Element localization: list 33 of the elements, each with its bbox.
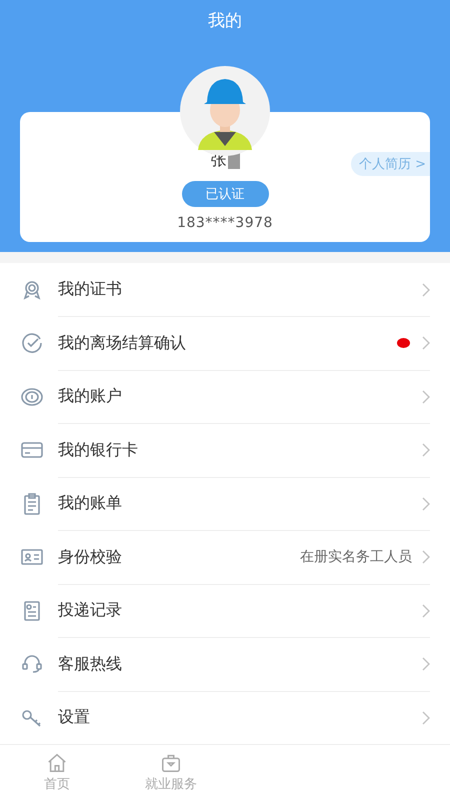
menu-item[interactable]: 设置: [0, 690, 450, 744]
chevron-icon: [422, 657, 430, 672]
menu-item[interactable]: 我的银行卡: [0, 423, 450, 477]
menu-label: 客服热线: [58, 654, 123, 675]
check-circle-icon: [20, 331, 44, 356]
phone-number: 183****3978: [177, 215, 273, 231]
menu-label: 我的证书: [58, 279, 123, 300]
chevron-icon: [422, 282, 430, 297]
chevron-icon: [422, 443, 430, 458]
page-title: 我的: [208, 10, 242, 32]
menu-item[interactable]: 我的账户: [0, 370, 450, 424]
menu-label: 身份校验: [58, 546, 123, 568]
chevron-icon: [422, 710, 430, 725]
menu-label: 投递记录: [58, 600, 123, 622]
briefcase-icon: [159, 752, 183, 774]
menu-item[interactable]: 我的账单: [0, 476, 450, 530]
menu-label: 我的账户: [58, 386, 123, 408]
menu-item[interactable]: 投递记录: [0, 584, 450, 638]
menu-item[interactable]: 我的证书: [0, 262, 450, 316]
menu-item[interactable]: 身份校验 在册实名务工人员: [0, 530, 450, 584]
menu-label: 我的银行卡: [58, 440, 139, 461]
verified-badge: 已认证: [182, 181, 268, 207]
chevron-icon: [422, 550, 430, 564]
menu-item[interactable]: 客服热线: [0, 637, 450, 691]
chevron-icon: [422, 604, 430, 618]
chevron-icon: [422, 336, 430, 350]
menu-label: 我的账单: [58, 493, 123, 514]
menu-label: 我的离场结算确认: [58, 332, 187, 354]
chevron-icon: [422, 390, 430, 404]
chevron-icon: [422, 496, 430, 511]
menu-value: 在册实名务工人员: [300, 548, 412, 566]
menu-item[interactable]: 我的离场结算确认: [0, 316, 450, 370]
menu-label: 设置: [58, 707, 91, 728]
